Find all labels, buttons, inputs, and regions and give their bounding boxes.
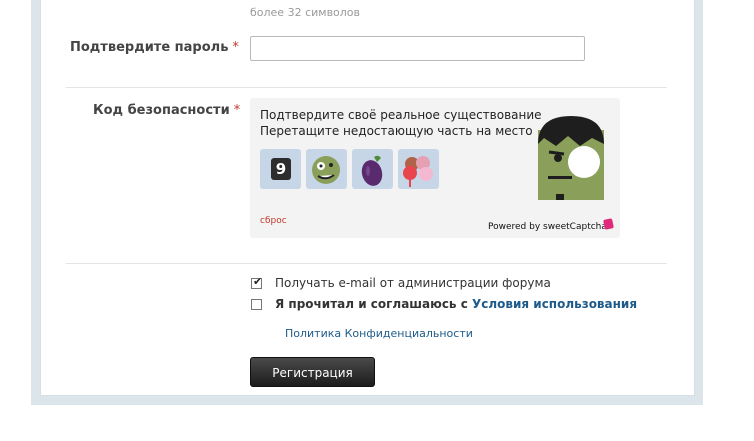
- zombie-character-icon: [538, 116, 604, 200]
- captcha-reset-link[interactable]: сброс: [260, 216, 287, 226]
- eggplant-tile[interactable]: [352, 149, 393, 189]
- divider: [66, 87, 667, 88]
- password-hint: более 32 символов: [250, 6, 361, 19]
- required-mark: *: [233, 103, 241, 118]
- zombie-face-icon: [312, 156, 340, 184]
- sweetcaptcha-logo-icon: [603, 218, 614, 230]
- ice-cream-icon: [403, 156, 433, 187]
- number-nine-tile[interactable]: 9: [260, 149, 301, 189]
- security-code-label-text: Код безопасности: [93, 103, 230, 118]
- ice-cream-tile[interactable]: [398, 149, 439, 189]
- checkmark-icon: ✔: [253, 275, 263, 288]
- email-checkbox[interactable]: ✔: [251, 275, 263, 289]
- zombie-face-tile[interactable]: [306, 149, 347, 189]
- eggplant-icon: [361, 155, 383, 186]
- captcha-widget: Подтвердите своё реальное существование …: [250, 98, 620, 238]
- privacy-policy-link[interactable]: Политика Конфиденциальности: [285, 327, 473, 340]
- agree-option-label: Я прочитал и соглашаюсь с Условия исполь…: [275, 297, 637, 311]
- divider: [66, 263, 667, 264]
- agree-checkbox[interactable]: [251, 299, 262, 310]
- security-code-label: Код безопасности *: [93, 103, 240, 118]
- email-option-label: Получать e-mail от администрации форума: [275, 276, 551, 290]
- confirm-password-input[interactable]: [250, 36, 585, 61]
- confirm-password-label-text: Подтвердите пароль: [70, 40, 229, 55]
- captcha-instruction-1: Подтвердите своё реальное существование: [260, 108, 542, 122]
- powered-by-text: Powered by sweetCaptcha: [488, 222, 607, 232]
- register-button[interactable]: Регистрация: [250, 357, 375, 387]
- agree-prefix-text: Я прочитал и соглашаюсь с: [275, 297, 468, 311]
- captcha-instruction-2: Перетащите недостающую часть на место: [260, 124, 533, 138]
- terms-link[interactable]: Условия использования: [472, 297, 637, 311]
- required-mark: *: [232, 40, 239, 55]
- number-nine-icon: 9: [271, 158, 291, 180]
- confirm-password-label: Подтвердите пароль *: [70, 40, 239, 55]
